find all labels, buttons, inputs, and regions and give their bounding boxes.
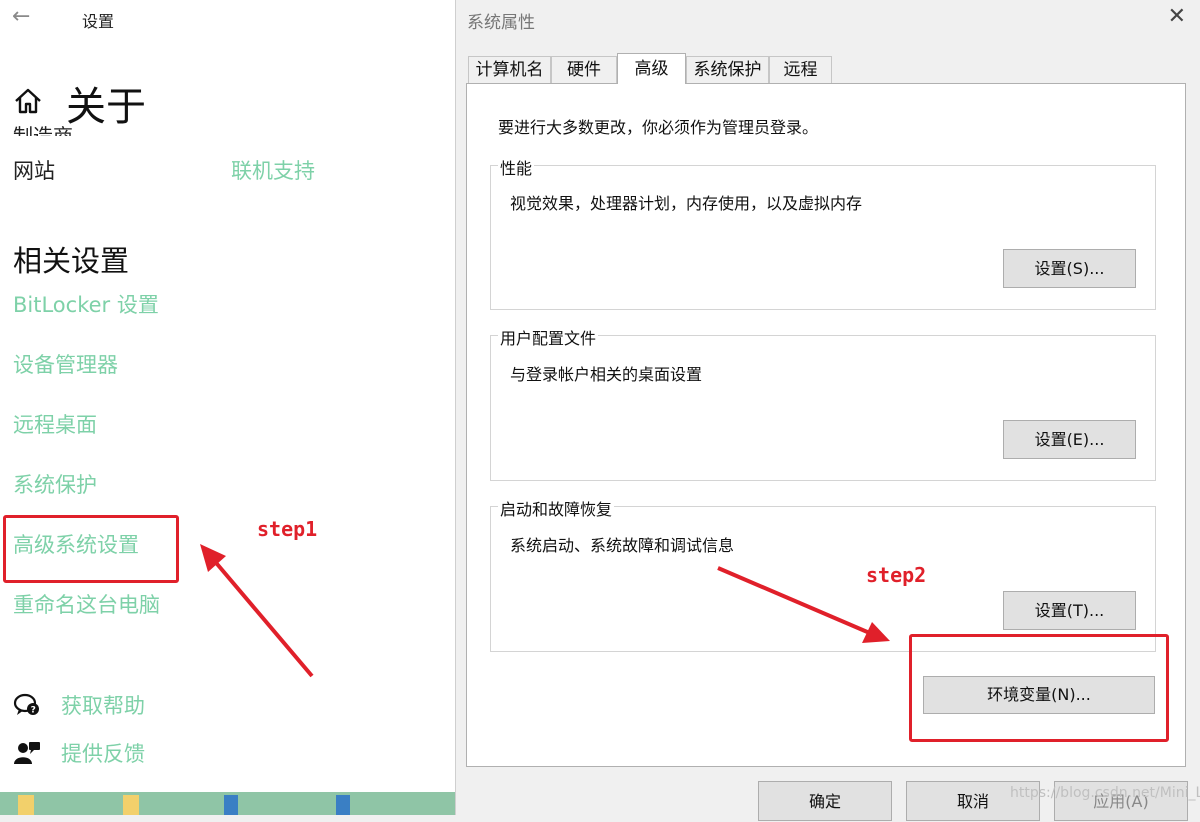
tab-hardware[interactable]: 硬件 [551, 56, 617, 83]
get-help-row[interactable]: ? 获取帮助 [13, 690, 145, 720]
rename-pc-link[interactable]: 重命名这台电脑 [13, 589, 160, 619]
website-label: 网站 [13, 159, 55, 183]
remote-desktop-link[interactable]: 远程桌面 [13, 409, 97, 439]
close-icon[interactable]: ✕ [1168, 4, 1186, 29]
feedback-label: 提供反馈 [61, 742, 145, 766]
tab-system-protection[interactable]: 系统保护 [686, 56, 769, 83]
device-manager-link[interactable]: 设备管理器 [13, 349, 118, 379]
home-icon[interactable] [13, 86, 43, 116]
ok-button[interactable]: 确定 [758, 781, 892, 821]
get-help-label: 获取帮助 [61, 694, 145, 718]
user-profiles-settings-button[interactable]: 设置(E)... [1003, 420, 1136, 459]
page-title: 关于 [66, 84, 146, 130]
feedback-row[interactable]: 提供反馈 [13, 738, 145, 768]
step2-highlight-box [909, 634, 1169, 742]
step1-highlight-box [3, 515, 179, 583]
performance-settings-button[interactable]: 设置(S)... [1003, 249, 1136, 288]
folder-icon [123, 795, 139, 815]
chat-help-icon: ? [13, 693, 39, 716]
tab-advanced[interactable]: 高级 [617, 53, 686, 84]
user-profiles-description: 与登录帐户相关的桌面设置 [510, 365, 703, 384]
feedback-person-icon [14, 742, 40, 764]
step1-label: step1 [257, 517, 318, 541]
startup-recovery-description: 系统启动、系统故障和调试信息 [510, 536, 735, 555]
shortcut-icon [224, 795, 238, 815]
folder-icon [18, 795, 34, 815]
related-settings-heading: 相关设置 [13, 244, 130, 278]
user-profiles-group-title: 用户配置文件 [498, 325, 599, 349]
dialog-title: 系统属性 [467, 13, 535, 33]
system-protection-link[interactable]: 系统保护 [13, 469, 97, 499]
startup-recovery-group-title: 启动和故障恢复 [498, 496, 615, 520]
step2-label: step2 [866, 563, 927, 587]
performance-group-title: 性能 [498, 155, 535, 179]
partial-text: 制造商 [13, 124, 73, 136]
watermark: https://blog.csdn.net/Mini_Luo [1010, 785, 1200, 801]
performance-group [490, 165, 1156, 310]
svg-text:?: ? [31, 706, 36, 716]
tab-remote[interactable]: 远程 [769, 56, 832, 83]
settings-app-title: 设置 [82, 12, 115, 31]
back-arrow-icon[interactable]: ← [12, 4, 30, 29]
shortcut-icon [336, 795, 350, 815]
startup-recovery-group [490, 506, 1156, 652]
tab-computer-name[interactable]: 计算机名 [468, 56, 551, 83]
bitlocker-settings-link[interactable]: BitLocker 设置 [13, 289, 159, 319]
performance-description: 视觉效果，处理器计划，内存使用，以及虚拟内存 [510, 194, 863, 213]
settings-window: ← 设置 关于 制造商 网站 联机支持 相关设置 BitLocker 设置 设备… [0, 0, 455, 815]
admin-note: 要进行大多数更改，你必须作为管理员登录。 [498, 118, 819, 137]
startup-recovery-settings-button[interactable]: 设置(T)... [1003, 591, 1136, 630]
user-profiles-group [490, 335, 1156, 481]
online-support-link[interactable]: 联机支持 [231, 155, 315, 185]
